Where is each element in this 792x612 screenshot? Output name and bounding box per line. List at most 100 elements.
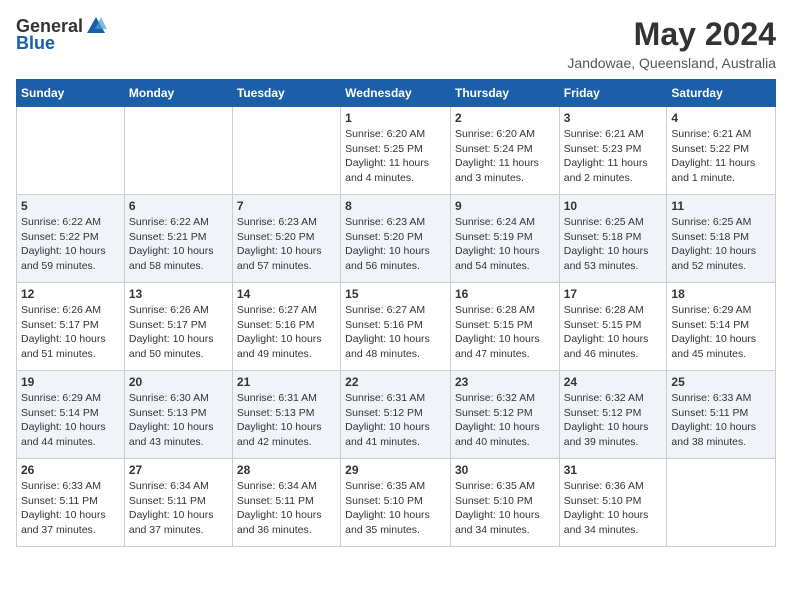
day-cell (667, 459, 776, 547)
day-cell: 11 Sunrise: 6:25 AM Sunset: 5:18 PM Dayli… (667, 195, 776, 283)
day-info: Sunrise: 6:21 AM Sunset: 5:22 PM Dayligh… (671, 127, 771, 186)
day-number: 10 (564, 199, 663, 213)
day-cell: 29 Sunrise: 6:35 AM Sunset: 5:10 PM Dayli… (341, 459, 451, 547)
day-number: 8 (345, 199, 446, 213)
day-info: Sunrise: 6:35 AM Sunset: 5:10 PM Dayligh… (455, 479, 555, 538)
logo: General Blue (16, 16, 107, 54)
day-cell: 22Sunrise: 6:31 AM Sunset: 5:12 PM Dayli… (341, 371, 451, 459)
day-cell: 17Sunrise: 6:28 AM Sunset: 5:15 PM Dayli… (559, 283, 667, 371)
day-cell: 26 Sunrise: 6:33 AM Sunset: 5:11 PM Dayli… (17, 459, 125, 547)
day-info: Sunrise: 6:29 AM Sunset: 5:14 PM Dayligh… (21, 391, 120, 450)
header-cell-friday: Friday (559, 80, 667, 107)
day-info: Sunrise: 6:36 AM Sunset: 5:10 PM Dayligh… (564, 479, 663, 538)
day-number: 5 (21, 199, 120, 213)
day-info: Sunrise: 6:32 AM Sunset: 5:12 PM Dayligh… (455, 391, 555, 450)
day-info: Sunrise: 6:34 AM Sunset: 5:11 PM Dayligh… (129, 479, 228, 538)
week-row-3: 12 Sunrise: 6:26 AM Sunset: 5:17 PM Dayli… (17, 283, 776, 371)
day-cell: 1 Sunrise: 6:20 AM Sunset: 5:25 PM Daylig… (341, 107, 451, 195)
day-info: Sunrise: 6:30 AM Sunset: 5:13 PM Dayligh… (129, 391, 228, 450)
day-number: 1 (345, 111, 446, 125)
day-number: 13 (129, 287, 228, 301)
day-number: 27 (129, 463, 228, 477)
week-row-5: 26 Sunrise: 6:33 AM Sunset: 5:11 PM Dayli… (17, 459, 776, 547)
day-number: 19 (21, 375, 120, 389)
day-number: 12 (21, 287, 120, 301)
day-cell: 24 Sunrise: 6:32 AM Sunset: 5:12 PM Dayli… (559, 371, 667, 459)
day-number: 4 (671, 111, 771, 125)
day-cell: 18Sunrise: 6:29 AM Sunset: 5:14 PM Dayli… (667, 283, 776, 371)
day-cell: 4 Sunrise: 6:21 AM Sunset: 5:22 PM Daylig… (667, 107, 776, 195)
day-info: Sunrise: 6:33 AM Sunset: 5:11 PM Dayligh… (21, 479, 120, 538)
day-number: 18 (671, 287, 771, 301)
day-info: Sunrise: 6:25 AM Sunset: 5:18 PM Dayligh… (564, 215, 663, 274)
day-info: Sunrise: 6:25 AM Sunset: 5:18 PM Dayligh… (671, 215, 771, 274)
logo-icon (85, 15, 107, 37)
day-info: Sunrise: 6:23 AM Sunset: 5:20 PM Dayligh… (345, 215, 446, 274)
day-cell: 2Sunrise: 6:20 AM Sunset: 5:24 PM Daylig… (450, 107, 559, 195)
day-cell (124, 107, 232, 195)
day-number: 20 (129, 375, 228, 389)
day-number: 23 (455, 375, 555, 389)
week-row-1: 1 Sunrise: 6:20 AM Sunset: 5:25 PM Daylig… (17, 107, 776, 195)
day-number: 11 (671, 199, 771, 213)
day-cell: 31 Sunrise: 6:36 AM Sunset: 5:10 PM Dayli… (559, 459, 667, 547)
day-cell: 19 Sunrise: 6:29 AM Sunset: 5:14 PM Dayli… (17, 371, 125, 459)
day-cell: 5 Sunrise: 6:22 AM Sunset: 5:22 PM Daylig… (17, 195, 125, 283)
day-number: 29 (345, 463, 446, 477)
day-number: 16 (455, 287, 555, 301)
day-number: 28 (237, 463, 336, 477)
day-cell: 27 Sunrise: 6:34 AM Sunset: 5:11 PM Dayli… (124, 459, 232, 547)
day-number: 25 (671, 375, 771, 389)
day-cell: 14Sunrise: 6:27 AM Sunset: 5:16 PM Dayli… (232, 283, 340, 371)
day-number: 15 (345, 287, 446, 301)
day-cell: 12 Sunrise: 6:26 AM Sunset: 5:17 PM Dayli… (17, 283, 125, 371)
day-cell: 16 Sunrise: 6:28 AM Sunset: 5:15 PM Dayli… (450, 283, 559, 371)
day-number: 3 (564, 111, 663, 125)
day-cell: 6 Sunrise: 6:22 AM Sunset: 5:21 PM Daylig… (124, 195, 232, 283)
day-cell: 8 Sunrise: 6:23 AM Sunset: 5:20 PM Daylig… (341, 195, 451, 283)
day-info: Sunrise: 6:33 AM Sunset: 5:11 PM Dayligh… (671, 391, 771, 450)
day-number: 9 (455, 199, 555, 213)
day-cell: 13 Sunrise: 6:26 AM Sunset: 5:17 PM Dayli… (124, 283, 232, 371)
day-number: 30 (455, 463, 555, 477)
page-header: General Blue May 2024 Jandowae, Queensla… (16, 16, 776, 71)
day-info: Sunrise: 6:27 AM Sunset: 5:16 PM Dayligh… (237, 303, 336, 362)
day-number: 6 (129, 199, 228, 213)
month-title: May 2024 (567, 16, 776, 53)
location-subtitle: Jandowae, Queensland, Australia (567, 55, 776, 71)
day-info: Sunrise: 6:27 AM Sunset: 5:16 PM Dayligh… (345, 303, 446, 362)
header-cell-saturday: Saturday (667, 80, 776, 107)
day-cell: 23 Sunrise: 6:32 AM Sunset: 5:12 PM Dayli… (450, 371, 559, 459)
header-cell-thursday: Thursday (450, 80, 559, 107)
day-info: Sunrise: 6:24 AM Sunset: 5:19 PM Dayligh… (455, 215, 555, 274)
day-info: Sunrise: 6:26 AM Sunset: 5:17 PM Dayligh… (129, 303, 228, 362)
day-info: Sunrise: 6:28 AM Sunset: 5:15 PM Dayligh… (455, 303, 555, 362)
day-cell: 7Sunrise: 6:23 AM Sunset: 5:20 PM Daylig… (232, 195, 340, 283)
day-cell: 9 Sunrise: 6:24 AM Sunset: 5:19 PM Daylig… (450, 195, 559, 283)
day-info: Sunrise: 6:32 AM Sunset: 5:12 PM Dayligh… (564, 391, 663, 450)
day-number: 24 (564, 375, 663, 389)
day-cell: 10 Sunrise: 6:25 AM Sunset: 5:18 PM Dayli… (559, 195, 667, 283)
logo-blue-text: Blue (16, 33, 55, 54)
day-info: Sunrise: 6:34 AM Sunset: 5:11 PM Dayligh… (237, 479, 336, 538)
day-cell: 15 Sunrise: 6:27 AM Sunset: 5:16 PM Dayli… (341, 283, 451, 371)
day-info: Sunrise: 6:22 AM Sunset: 5:21 PM Dayligh… (129, 215, 228, 274)
day-number: 26 (21, 463, 120, 477)
day-info: Sunrise: 6:35 AM Sunset: 5:10 PM Dayligh… (345, 479, 446, 538)
day-info: Sunrise: 6:20 AM Sunset: 5:24 PM Dayligh… (455, 127, 555, 186)
day-cell: 28 Sunrise: 6:34 AM Sunset: 5:11 PM Dayli… (232, 459, 340, 547)
day-cell: 21Sunrise: 6:31 AM Sunset: 5:13 PM Dayli… (232, 371, 340, 459)
day-number: 31 (564, 463, 663, 477)
day-info: Sunrise: 6:26 AM Sunset: 5:17 PM Dayligh… (21, 303, 120, 362)
day-cell: 20 Sunrise: 6:30 AM Sunset: 5:13 PM Dayli… (124, 371, 232, 459)
day-number: 7 (237, 199, 336, 213)
week-row-2: 5 Sunrise: 6:22 AM Sunset: 5:22 PM Daylig… (17, 195, 776, 283)
day-info: Sunrise: 6:28 AM Sunset: 5:15 PM Dayligh… (564, 303, 663, 362)
day-info: Sunrise: 6:20 AM Sunset: 5:25 PM Dayligh… (345, 127, 446, 186)
day-cell: 25 Sunrise: 6:33 AM Sunset: 5:11 PM Dayli… (667, 371, 776, 459)
header-cell-sunday: Sunday (17, 80, 125, 107)
title-block: May 2024 Jandowae, Queensland, Australia (567, 16, 776, 71)
day-info: Sunrise: 6:22 AM Sunset: 5:22 PM Dayligh… (21, 215, 120, 274)
day-cell: 3Sunrise: 6:21 AM Sunset: 5:23 PM Daylig… (559, 107, 667, 195)
week-row-4: 19 Sunrise: 6:29 AM Sunset: 5:14 PM Dayli… (17, 371, 776, 459)
